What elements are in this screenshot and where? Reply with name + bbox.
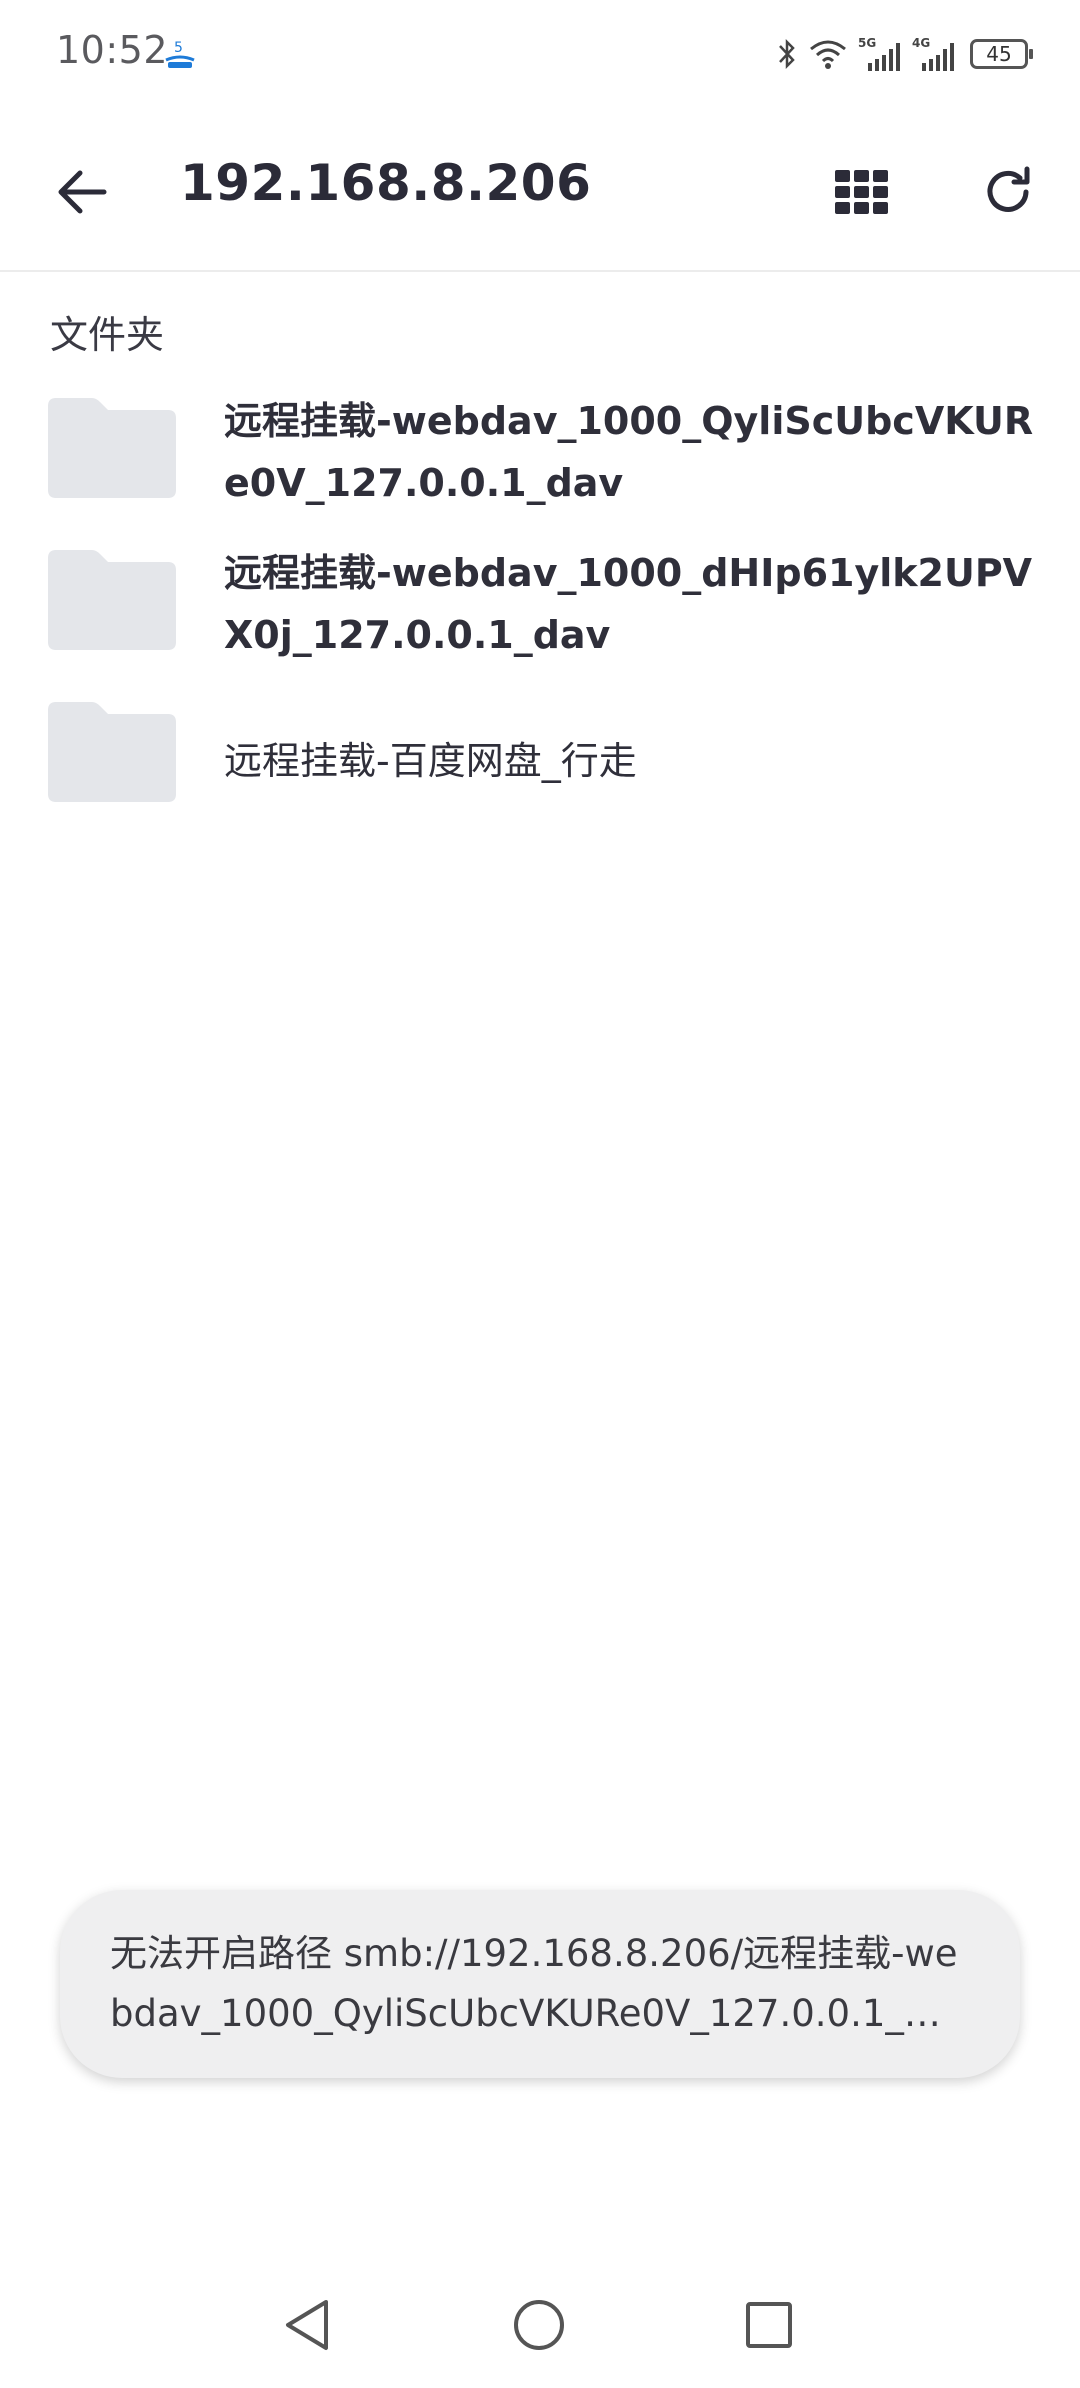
app-bar: 192.168.8.206 bbox=[0, 108, 1080, 272]
nav-back-button[interactable] bbox=[262, 2280, 352, 2370]
refresh-button[interactable] bbox=[966, 150, 1050, 234]
nav-home-button[interactable] bbox=[494, 2280, 584, 2370]
nav-recents-button[interactable] bbox=[724, 2280, 814, 2370]
battery-icon: 45 bbox=[970, 39, 1033, 69]
folder-name: 远程挂载-webdav_1000_dHIp61ylk2UPVX0j_127.0.… bbox=[224, 551, 1033, 657]
svg-text:4G: 4G bbox=[912, 36, 930, 50]
back-button[interactable] bbox=[40, 150, 124, 234]
folder-icon bbox=[48, 398, 176, 498]
folder-item[interactable]: 远程挂载-百度网盘_行走 bbox=[0, 684, 1080, 836]
folder-list: 远程挂载-webdav_1000_QyliScUbcVKURe0V_127.0.… bbox=[0, 380, 1080, 836]
toast-message: 无法开启路径 smb://192.168.8.206/远程挂载-webdav_1… bbox=[110, 1932, 958, 2035]
svg-text:5: 5 bbox=[174, 40, 183, 56]
grid-view-button[interactable] bbox=[820, 150, 904, 234]
screen: 10:52 5 5G 4G 45 192.168.8.206 文件夹 远程挂载-… bbox=[0, 0, 1080, 2388]
status-time: 10:52 bbox=[56, 28, 169, 72]
section-header-folders: 文件夹 bbox=[50, 313, 165, 357]
refresh-icon bbox=[987, 166, 1030, 212]
folder-icon bbox=[48, 550, 176, 650]
recents-square-icon bbox=[746, 2302, 792, 2348]
folder-item[interactable]: 远程挂载-webdav_1000_dHIp61ylk2UPVX0j_127.0.… bbox=[0, 532, 1080, 684]
signal-4g-icon: 4G bbox=[912, 36, 954, 71]
grid-view-icon bbox=[835, 170, 888, 214]
arrow-left-icon bbox=[58, 170, 107, 214]
error-toast: 无法开启路径 smb://192.168.8.206/远程挂载-webdav_1… bbox=[60, 1890, 1020, 2078]
folder-item[interactable]: 远程挂载-webdav_1000_QyliScUbcVKURe0V_127.0.… bbox=[0, 380, 1080, 532]
svg-text:5G: 5G bbox=[858, 36, 876, 50]
notification-app-icon: 5 bbox=[165, 40, 195, 68]
back-triangle-icon bbox=[286, 2300, 328, 2350]
signal-5g-icon: 5G bbox=[858, 36, 900, 71]
bluetooth-icon bbox=[779, 38, 795, 70]
folder-name: 远程挂载-webdav_1000_QyliScUbcVKURe0V_127.0.… bbox=[224, 399, 1034, 505]
system-nav-bar bbox=[0, 2260, 1080, 2388]
status-icons: 5G 4G 45 bbox=[776, 30, 1033, 78]
home-circle-icon bbox=[514, 2300, 564, 2350]
wifi-icon bbox=[810, 40, 846, 69]
folder-name: 远程挂载-百度网盘_行走 bbox=[224, 739, 637, 783]
folder-icon bbox=[48, 702, 176, 802]
status-bar: 10:52 5 5G 4G 45 bbox=[0, 0, 1080, 108]
page-title: 192.168.8.206 bbox=[180, 154, 592, 212]
